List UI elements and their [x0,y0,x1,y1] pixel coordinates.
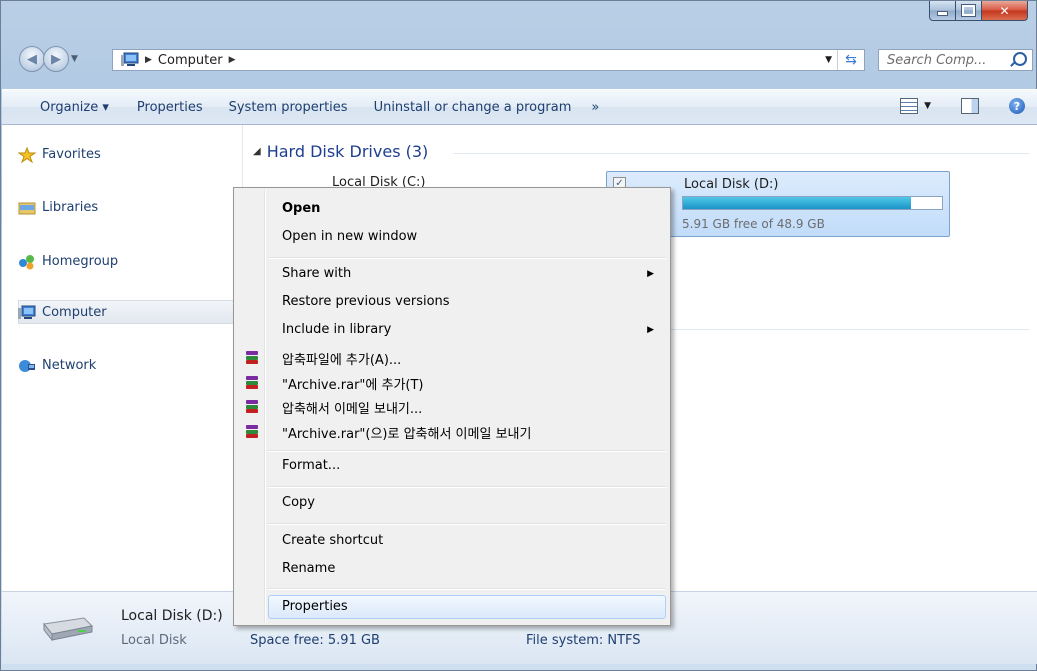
menu-item-properties[interactable]: Properties [282,599,348,614]
hard-drive-icon [43,617,94,642]
maximize-button[interactable] [956,1,982,21]
menu-separator [268,486,666,488]
nav-item-network[interactable]: Network [19,358,97,373]
preview-pane-icon[interactable] [961,98,979,114]
menu-item-create-shortcut[interactable]: Create shortcut [282,533,383,548]
minimize-button[interactable] [929,1,956,21]
maximize-icon [961,4,976,17]
back-button[interactable]: ◀ [19,46,45,72]
address-bar[interactable]: ▶ Computer ▶ ▼ ⇆ [112,49,865,71]
submenu-arrow-icon: ▶ [647,269,654,279]
refresh-icon: ⇆ [845,52,857,68]
forward-arrow-icon: ▶ [51,51,61,67]
menu-item-copy[interactable]: Copy [282,495,315,510]
nav-label: Favorites [42,147,101,162]
menu-item-include-in-library[interactable]: Include in library [282,322,391,337]
navigation-buttons: ◀ ▶ ▼ [19,46,78,72]
group-title: Hard Disk Drives (3) [266,142,429,161]
menu-item-add-to-archive-rar[interactable]: "Archive.rar"에 추가(T) [282,374,424,393]
details-file-system: File system: NTFS [526,633,641,648]
change-view-icon[interactable] [900,98,919,114]
search-icon[interactable] [1013,52,1027,66]
details-name: Local Disk (D:) [121,608,223,624]
system-properties-button[interactable]: System properties [221,100,356,115]
menu-item-compress-and-email[interactable]: 압축해서 이메일 보내기... [282,398,422,417]
breadcrumb-computer[interactable]: Computer [158,53,223,68]
nav-label: Homegroup [42,254,119,269]
address-dropdown-icon[interactable]: ▼ [825,55,832,65]
menu-item-add-to-archive[interactable]: 압축파일에 추가(A)... [282,349,401,368]
help-icon[interactable]: ? [1009,98,1025,114]
menu-item-rename[interactable]: Rename [282,561,335,576]
view-dropdown-icon[interactable]: ▼ [924,101,931,111]
nav-label: Network [42,358,97,373]
homegroup-icon [19,254,34,269]
submenu-arrow-icon: ▶ [647,325,654,335]
menu-item-share-with[interactable]: Share with [282,266,351,281]
organize-menu[interactable]: Organize ▾ [32,100,117,115]
breadcrumb-separator-icon[interactable]: ▶ [145,55,152,65]
caption-buttons: ✕ [929,1,1028,21]
drive-d-free-space: 5.91 GB free of 48.9 GB [682,217,825,231]
navigation-pane: Favorites Libraries Homegroup Computer N… [2,125,243,591]
group-divider [668,329,1029,330]
group-divider [453,153,1029,154]
command-bar: Organize ▾ Properties System properties … [2,89,1037,125]
computer-icon [121,52,139,66]
star-icon [18,146,36,163]
drive-d-usage-fill [683,197,911,209]
context-menu: Open Open in new window Share with ▶ Res… [233,187,671,626]
toolbar-right: ▼ ? [900,98,1025,114]
search-box[interactable]: Search Comp... [878,49,1033,71]
details-space-free: Space free: 5.91 GB [250,633,380,648]
group-header-hard-disk-drives[interactable]: ◢ Hard Disk Drives (3) [253,142,428,161]
menu-separator [268,257,666,259]
menu-item-format[interactable]: Format... [282,458,340,473]
details-type: Local Disk [121,633,187,648]
nav-item-favorites[interactable]: Favorites [18,146,101,163]
explorer-window: ✕ ◀ ▶ ▼ ▶ Computer ▶ ▼ ⇆ Search Comp... … [0,0,1037,671]
winrar-icon [246,376,258,389]
nav-label: Libraries [42,200,99,215]
properties-button[interactable]: Properties [129,100,211,115]
collapse-triangle-icon[interactable]: ◢ [253,146,261,157]
search-placeholder: Search Comp... [887,52,987,68]
nav-item-libraries[interactable]: Libraries [18,200,99,215]
nav-item-computer[interactable]: Computer [18,305,107,320]
menu-separator [268,450,666,452]
minimize-icon [937,11,948,16]
menu-item-restore-previous-versions[interactable]: Restore previous versions [282,294,450,309]
winrar-icon [246,425,258,438]
uninstall-button[interactable]: Uninstall or change a program [366,100,580,115]
close-icon: ✕ [999,3,1010,18]
recent-pages-dropdown-icon[interactable]: ▼ [71,54,78,64]
menu-item-open-new-window[interactable]: Open in new window [282,229,417,244]
menu-separator [268,523,666,525]
refresh-button[interactable]: ⇆ [837,50,864,70]
nav-item-homegroup[interactable]: Homegroup [19,254,119,269]
drive-d-name: Local Disk (D:) [684,177,779,192]
close-button[interactable]: ✕ [982,1,1028,21]
menu-separator [268,588,666,590]
drive-d-usage-bar [682,196,943,210]
menu-item-compress-rar-and-email[interactable]: "Archive.rar"(으)로 압축해서 이메일 보내기 [282,423,531,442]
nav-label: Computer [42,305,107,320]
back-arrow-icon: ◀ [27,51,37,67]
computer-icon [18,305,36,319]
more-commands-button[interactable]: » [583,100,607,115]
network-icon [19,359,35,372]
winrar-icon [246,351,258,364]
menu-item-open[interactable]: Open [282,201,320,216]
winrar-icon [246,400,258,413]
breadcrumb-separator-icon[interactable]: ▶ [229,55,236,65]
forward-button[interactable]: ▶ [43,46,69,72]
libraries-icon [18,202,36,214]
